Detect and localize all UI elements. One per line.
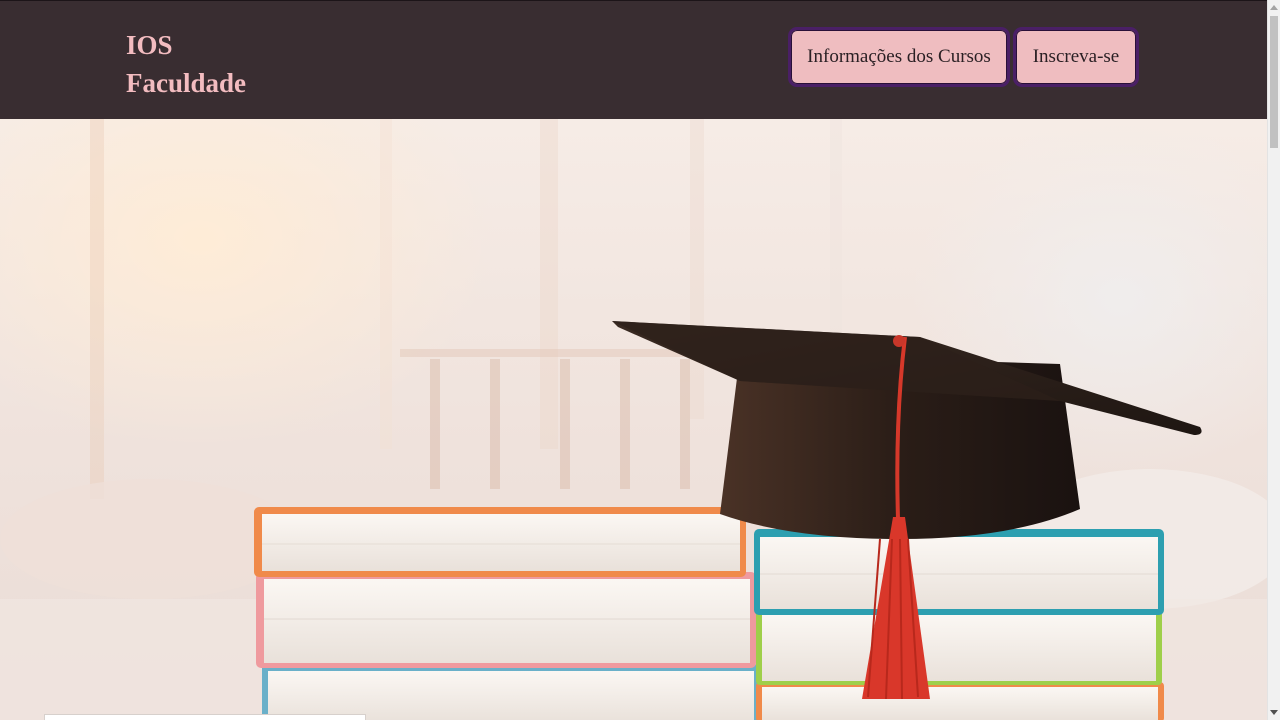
course-info-button[interactable]: Informações dos Cursos — [788, 27, 1010, 87]
page: IOS Faculdade Informações dos Cursos Ins… — [0, 0, 1267, 720]
top-navbar: IOS Faculdade Informações dos Cursos Ins… — [0, 0, 1267, 119]
hero-image — [0, 119, 1267, 720]
scrollbar-thumb[interactable] — [1270, 16, 1278, 148]
graduation-cap-on-books-illustration — [0, 119, 1267, 720]
scroll-up-arrow-icon[interactable] — [1268, 0, 1280, 14]
left-book-stack — [254, 507, 758, 720]
logo-line-2: Faculdade — [126, 68, 247, 98]
vertical-scrollbar[interactable] — [1267, 0, 1280, 720]
right-book-stack — [754, 529, 1164, 720]
site-logo[interactable]: IOS Faculdade — [126, 26, 246, 102]
bottom-panel-edge — [44, 714, 366, 720]
background-railing — [400, 349, 720, 489]
scroll-down-arrow-icon[interactable] — [1268, 706, 1280, 720]
subscribe-button[interactable]: Inscreva-se — [1013, 27, 1139, 87]
logo-line-1: IOS — [126, 30, 173, 60]
